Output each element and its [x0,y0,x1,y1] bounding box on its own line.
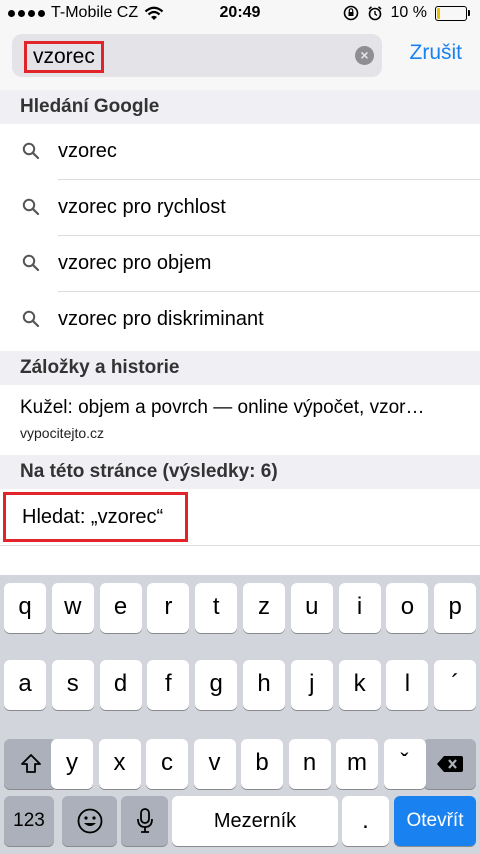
backspace-key[interactable] [423,739,476,789]
alarm-icon [368,6,382,21]
history-section-header: Záložky a historie [0,351,480,385]
key-a[interactable]: a [4,660,46,710]
key-´[interactable]: ´ [434,660,477,710]
clear-icon[interactable]: × [355,46,374,65]
find-on-page-label[interactable]: Hledat: „vzorec“ [3,492,188,542]
google-section-header: Hledání Google [0,90,480,124]
microphone-icon [136,808,153,833]
key-t[interactable]: t [195,583,238,633]
search-input[interactable]: vzorec × [12,34,382,77]
key-u[interactable]: u [290,583,333,633]
shift-icon [20,754,41,773]
battery-icon [435,5,470,21]
page-section-header: Na této stránce (výsledky: 6) [0,455,480,489]
status-bar: T-Mobile CZ 20:49 10 % [0,0,480,28]
suggestion-label: vzorec pro rychlost [58,196,226,218]
search-icon [22,254,40,272]
search-query[interactable]: vzorec [24,41,104,73]
key-e[interactable]: e [99,583,142,633]
key-x[interactable]: x [98,739,141,789]
dictation-key[interactable] [121,796,168,846]
search-icon [22,310,40,328]
suggestion-row[interactable]: vzorec [0,124,480,180]
key-w[interactable]: w [51,583,94,633]
key-c[interactable]: c [146,739,188,789]
space-key[interactable]: Mezerník [172,796,338,846]
key-g[interactable]: g [195,660,238,710]
backspace-icon [436,756,463,772]
history-item-url: vypocitejto.cz [20,425,105,441]
key-n[interactable]: n [288,739,331,789]
emoji-key[interactable] [62,796,117,846]
key-y[interactable]: y [51,739,93,789]
key-m[interactable]: m [336,739,378,789]
key-o[interactable]: o [386,583,429,633]
dot-key[interactable]: . [342,796,389,846]
history-item[interactable]: Kužel: objem a povrch — online výpočet, … [0,385,480,455]
search-icon [22,198,40,216]
cancel-button[interactable]: Zrušit [410,41,463,65]
find-on-page-row[interactable]: Hledat: „vzorec“ [0,489,480,546]
suggestion-row[interactable]: vzorec pro objem [0,236,480,292]
keyboard: 123 Mezerník . Otevřít qwertzuiop asdfghj… [0,575,480,854]
key-h[interactable]: h [243,660,285,710]
key-d[interactable]: d [99,660,142,710]
numbers-key[interactable]: 123 [4,796,54,846]
key-b[interactable]: b [241,739,283,789]
shift-key[interactable] [4,739,57,789]
suggestion-label: vzorec pro diskriminant [58,308,264,330]
emoji-icon [77,808,102,834]
key-v[interactable]: v [193,739,236,789]
search-header: vzorec × Zrušit [0,28,480,91]
key-ˇ[interactable]: ˇ [383,739,426,789]
key-l[interactable]: l [386,660,429,710]
status-right: 10 % [343,4,470,22]
go-key[interactable]: Otevřít [394,796,476,846]
key-p[interactable]: p [434,583,477,633]
suggestion-label: vzorec [58,140,117,162]
suggestion-row[interactable]: vzorec pro rychlost [0,180,480,236]
key-q[interactable]: q [4,583,46,633]
history-item-title: Kužel: objem a povrch — online výpočet, … [20,397,425,418]
key-s[interactable]: s [51,660,94,710]
key-j[interactable]: j [290,660,333,710]
key-r[interactable]: r [147,583,190,633]
key-f[interactable]: f [147,660,190,710]
battery-percent: 10 % [390,4,427,21]
suggestion-label: vzorec pro objem [58,252,212,274]
search-icon [22,142,40,160]
suggestion-row[interactable]: vzorec pro diskriminant [0,292,480,348]
battery-fill [437,7,440,19]
key-i[interactable]: i [338,583,381,633]
key-k[interactable]: k [338,660,381,710]
rotation-lock-icon [343,5,358,21]
key-z[interactable]: z [243,583,285,633]
